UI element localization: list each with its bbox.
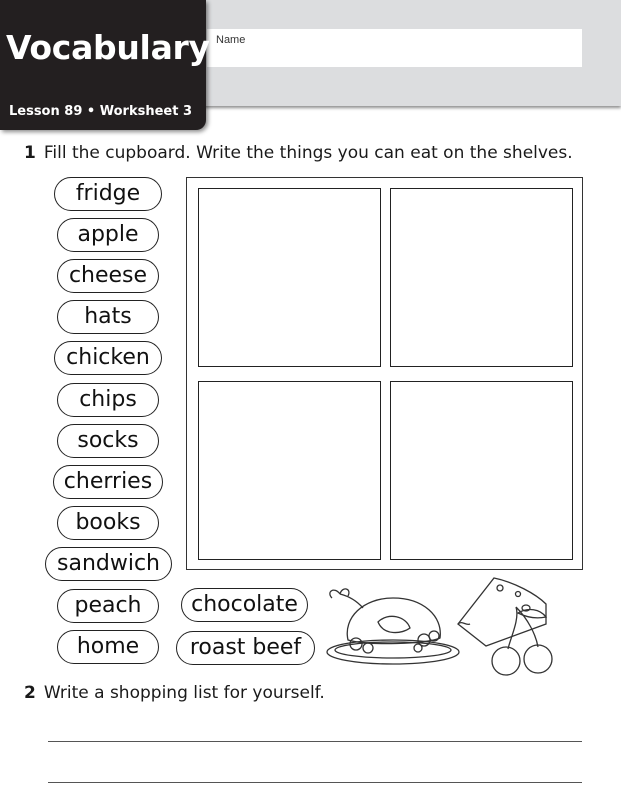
- shelf-bottom-right[interactable]: [390, 381, 573, 560]
- word-pill[interactable]: sandwich: [45, 547, 172, 581]
- answer-line[interactable]: [48, 741, 582, 742]
- roast-chicken-icon: [326, 588, 460, 665]
- word-pill[interactable]: hats: [57, 300, 159, 334]
- word-pill[interactable]: apple: [57, 218, 159, 252]
- shelf-top-right[interactable]: [390, 188, 573, 367]
- word-pill[interactable]: chocolate: [181, 588, 308, 622]
- shelf-top-left[interactable]: [198, 188, 381, 367]
- word-pill[interactable]: home: [57, 630, 159, 664]
- question-text: Fill the cupboard. Write the things you …: [43, 143, 573, 163]
- word-pill[interactable]: socks: [57, 424, 159, 458]
- word-pill[interactable]: cheese: [57, 259, 159, 293]
- lesson-subtitle: Lesson 89 • Worksheet 3: [8, 104, 192, 119]
- shelf-bottom-left[interactable]: [198, 381, 381, 560]
- title-block: Vocabulary Lesson 89 • Worksheet 3: [0, 0, 210, 130]
- question-number: 1: [24, 143, 36, 163]
- word-pill[interactable]: chicken: [54, 341, 162, 375]
- word-pill[interactable]: cherries: [53, 465, 163, 499]
- question-text: Write a shopping list for yourself.: [43, 683, 325, 703]
- cherries-icon: [491, 606, 553, 676]
- word-pill[interactable]: books: [57, 506, 159, 540]
- word-pill[interactable]: peach: [57, 589, 159, 623]
- cupboard: [186, 177, 583, 570]
- question-2: 2 Write a shopping list for yourself.: [24, 683, 325, 703]
- word-pill[interactable]: fridge: [54, 177, 162, 211]
- name-field[interactable]: Name: [207, 29, 582, 67]
- answer-line[interactable]: [48, 782, 582, 783]
- question-number: 2: [24, 683, 36, 703]
- name-label: Name: [216, 34, 246, 46]
- word-pill[interactable]: roast beef: [176, 631, 315, 665]
- question-1: 1 Fill the cupboard. Write the things you…: [24, 143, 573, 163]
- page-title: Vocabulary: [6, 28, 210, 67]
- word-pill[interactable]: chips: [57, 383, 159, 417]
